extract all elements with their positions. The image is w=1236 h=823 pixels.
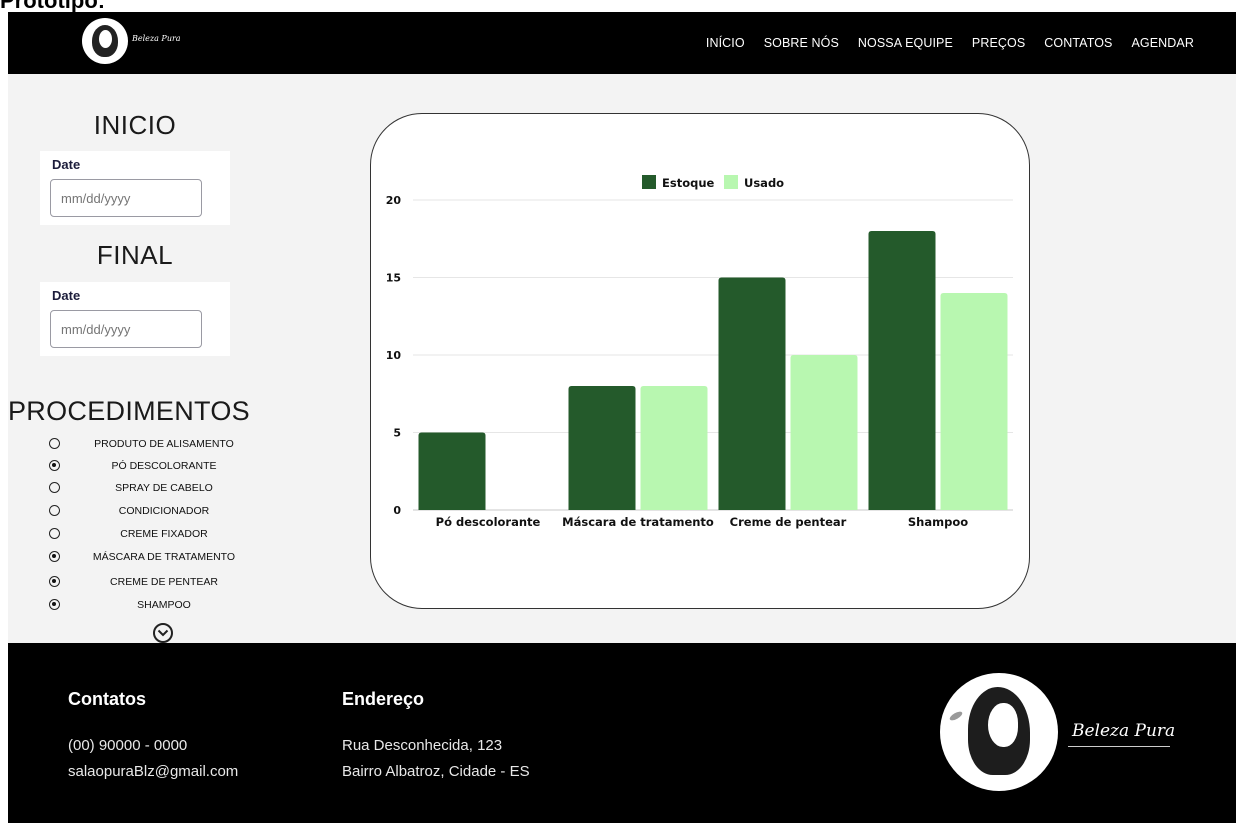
top-navbar: Beleza Pura INÍCIO SOBRE NÓS NOSSA EQUIP… (8, 12, 1236, 74)
document-title: Protótipo: (0, 0, 106, 13)
procedure-option[interactable]: CREME DE PENTEAR (8, 574, 268, 592)
brand-logo[interactable]: Beleza Pura (82, 18, 192, 64)
procedure-label: MÁSCARA DE TRATAMENTO (92, 551, 236, 563)
procedure-radio[interactable] (49, 438, 60, 449)
chart-card: 0 5 10 15 20 Pó descolorante Máscara de tratam… (370, 113, 1030, 609)
procedure-option[interactable]: CONDICIONADOR (8, 503, 268, 521)
chevron-down-circle-icon[interactable] (153, 623, 173, 643)
procedure-option[interactable]: SPRAY DE CABELO (8, 480, 268, 498)
procedure-option[interactable]: SHAMPOO (8, 597, 268, 615)
footer-street: Rua Desconhecida, 123 (342, 737, 503, 754)
footer-phone: (00) 90000 - 0000 (68, 737, 188, 754)
procedure-label: CONDICIONADOR (118, 505, 210, 517)
nav-agendar[interactable]: AGENDAR (1131, 36, 1194, 50)
legend-swatch-estoque (642, 175, 656, 189)
bar-usado (790, 355, 858, 510)
procedure-radio[interactable] (49, 551, 60, 562)
procedure-radio[interactable] (49, 528, 60, 539)
procedure-radio[interactable] (49, 482, 60, 493)
x-tick-label: Máscara de tratamento (562, 515, 714, 529)
footer-address-title: Endereço (342, 689, 425, 709)
main-nav: INÍCIO SOBRE NÓS NOSSA EQUIPE PREÇOS CON… (706, 12, 1194, 74)
footer-contacts-title: Contatos (68, 689, 146, 709)
logo-wordmark: Beleza Pura (132, 34, 181, 43)
procedure-option[interactable]: CREME FIXADOR (8, 526, 268, 544)
end-date-input[interactable] (50, 310, 202, 348)
logo-emblem (82, 18, 128, 64)
nav-precos[interactable]: PREÇOS (972, 36, 1025, 50)
nav-sobre-nos[interactable]: SOBRE NÓS (764, 36, 839, 50)
start-date-input[interactable] (50, 179, 202, 217)
footer-city: Bairro Albatroz, Cidade - ES (342, 763, 530, 780)
procedure-label: SHAMPOO (137, 599, 191, 611)
legend-swatch-usado (724, 175, 738, 189)
y-tick-label: 5 (393, 427, 401, 440)
procedure-label: CREME FIXADOR (120, 528, 208, 540)
end-date-title: FINAL (96, 240, 174, 270)
bar-estoque (718, 277, 786, 510)
y-tick-label: 10 (386, 349, 402, 362)
start-date-label: Date (52, 157, 81, 172)
footer-logo: Beleza Pura (940, 673, 1190, 793)
logo-emblem-large (940, 673, 1058, 791)
x-tick-label: Pó descolorante (436, 515, 541, 529)
nav-nossa-equipe[interactable]: NOSSA EQUIPE (858, 36, 953, 50)
procedure-label: PÓ DESCOLORANTE (111, 460, 217, 472)
footer-logo-wordmark: Beleza Pura (1072, 721, 1176, 741)
end-date-box: Date (40, 282, 230, 356)
y-tick-label: 20 (386, 194, 402, 207)
bar-usado (940, 293, 1008, 510)
bar-estoque (868, 231, 936, 510)
procedure-radio[interactable] (49, 576, 60, 587)
footer-email[interactable]: salaopuraBlz@gmail.com (68, 763, 238, 780)
y-tick-label: 15 (386, 272, 401, 285)
x-tick-label: Creme de pentear (730, 515, 847, 529)
end-date-label: Date (52, 288, 81, 303)
start-date-title: INICIO (93, 110, 177, 140)
start-date-box: Date (40, 151, 230, 225)
procedure-radio[interactable] (49, 460, 60, 471)
footer: Contatos (00) 90000 - 0000 salaopuraBlz@… (8, 643, 1236, 823)
procedure-label: SPRAY DE CABELO (115, 482, 213, 494)
procedure-radio[interactable] (49, 599, 60, 610)
procedure-label: PRODUTO DE ALISAMENTO (94, 438, 234, 450)
bar-estoque (418, 432, 486, 510)
procedure-radio[interactable] (49, 505, 60, 516)
procedure-option[interactable]: PRODUTO DE ALISAMENTO (8, 436, 268, 454)
x-tick-label: Shampoo (908, 515, 968, 529)
procedure-option[interactable]: MÁSCARA DE TRATAMENTO (8, 549, 268, 567)
y-tick-label: 0 (393, 504, 401, 517)
legend-label: Estoque (662, 176, 715, 190)
legend-label: Usado (744, 176, 784, 190)
nav-contatos[interactable]: CONTATOS (1044, 36, 1112, 50)
procedure-label: CREME DE PENTEAR (110, 576, 218, 588)
bar-usado (640, 386, 708, 510)
app-frame: Beleza Pura INÍCIO SOBRE NÓS NOSSA EQUIP… (8, 12, 1236, 823)
bar-estoque (568, 386, 636, 510)
nav-inicio[interactable]: INÍCIO (706, 36, 745, 50)
procedure-option[interactable]: PÓ DESCOLORANTE (8, 458, 268, 476)
procedures-title: PROCEDIMENTOS (8, 396, 250, 426)
stock-bar-chart: 0 5 10 15 20 Pó descolorante Máscara de tratam… (386, 175, 1013, 529)
